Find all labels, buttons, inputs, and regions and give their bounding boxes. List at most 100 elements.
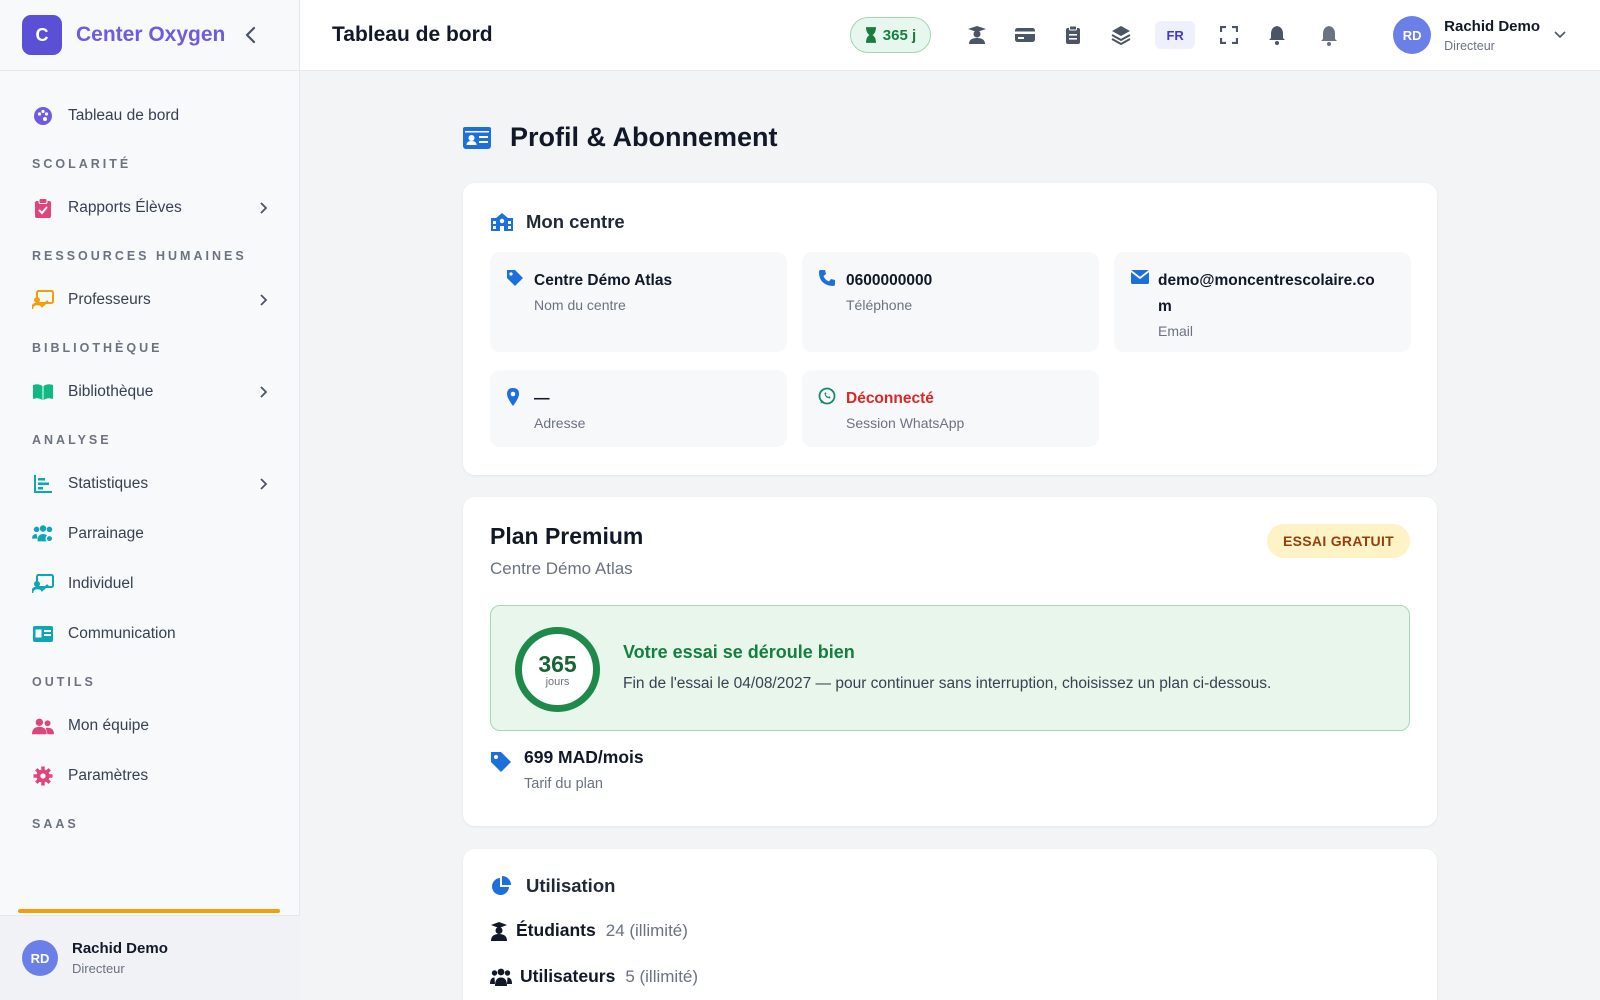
sidebar-item-equipe[interactable]: Mon équipe	[0, 701, 299, 751]
centre-card-header: Mon centre	[490, 211, 625, 233]
trial-days-ring: 365 jours	[515, 627, 600, 712]
centre-name-field: Centre Démo Atlas Nom du centre	[490, 252, 787, 352]
brand-logo[interactable]: C	[22, 15, 62, 55]
alerts-button[interactable]	[1315, 21, 1343, 49]
book-open-icon	[32, 381, 54, 403]
chevron-left-icon	[245, 26, 256, 44]
payments-shortcut-button[interactable]	[1011, 21, 1039, 49]
topbar-user-menu[interactable]: RD Rachid Demo Directeur	[1393, 16, 1566, 54]
whatsapp-label: Session WhatsApp	[846, 415, 965, 431]
avatar: RD	[1393, 16, 1432, 54]
clipboard-check-icon	[32, 197, 54, 219]
section-label-outils: OUTILS	[32, 675, 96, 689]
centre-name-value: Centre Démo Atlas	[534, 272, 673, 289]
users-icon	[490, 968, 512, 986]
sidebar-user-card[interactable]: RD Rachid Demo Directeur	[0, 915, 300, 1000]
users-icon	[32, 715, 54, 737]
sidebar-item-label: Professeurs	[68, 291, 151, 308]
sidebar-item-statistiques[interactable]: Statistiques	[0, 459, 299, 509]
phone-label: Téléphone	[846, 297, 913, 313]
whatsapp-status-value: Déconnecté	[846, 390, 934, 407]
sidebar-item-label: Paramètres	[68, 767, 149, 784]
sidebar-item-parrainage[interactable]: Parrainage	[0, 509, 299, 559]
usage-users-label: Utilisateurs	[520, 966, 616, 986]
notifications-button[interactable]	[1263, 21, 1291, 49]
sidebar-item-dashboard[interactable]: Tableau de bord	[0, 91, 299, 141]
user-name: Rachid Demo	[72, 940, 168, 957]
chevron-right-icon	[260, 202, 268, 214]
graduate-icon	[968, 26, 987, 44]
section-label-analyse: ANALYSE	[32, 433, 112, 447]
address-value: —	[534, 390, 550, 407]
sidebar-item-rapports[interactable]: Rapports Élèves	[0, 183, 299, 233]
page-title: Profil & Abonnement	[510, 122, 778, 152]
school-building-icon	[491, 213, 513, 231]
palette-icon	[32, 105, 54, 127]
trial-days-count: 365	[538, 650, 577, 677]
sidebar-item-label: Statistiques	[68, 475, 149, 492]
sidebar-item-professeurs[interactable]: Professeurs	[0, 275, 299, 325]
chevron-right-icon	[260, 478, 268, 490]
trial-days-badge[interactable]: 365 j	[849, 17, 932, 53]
trial-description: Fin de l'essai le 04/08/2027 — pour cont…	[623, 675, 1272, 692]
centre-card: Mon centre Centre Démo Atlas Nom du cent…	[463, 183, 1437, 475]
centre-card-title: Mon centre	[526, 211, 625, 232]
address-label: Adresse	[534, 415, 586, 431]
user-role: Directeur	[72, 961, 125, 976]
phone-value: 0600000000	[846, 272, 933, 289]
sidebar-item-communication[interactable]: Communication	[0, 609, 299, 659]
collapse-sidebar-button[interactable]	[237, 21, 265, 49]
layers-icon	[1111, 26, 1131, 45]
sidebar-nav: Tableau de bord SCOLARITÉ Rapports Élève…	[0, 71, 299, 831]
phone-field: 0600000000 Téléphone	[802, 252, 1099, 352]
reports-shortcut-button[interactable]	[1059, 21, 1087, 49]
chevron-down-icon	[1554, 31, 1566, 39]
gear-icon	[32, 765, 54, 787]
brand-name[interactable]: Center Oxygen	[76, 23, 237, 47]
usage-students-row: Étudiants 24 (illimité)	[490, 920, 688, 941]
users-cog-icon	[32, 523, 54, 545]
plan-centre-name: Centre Démo Atlas	[490, 559, 633, 578]
language-switch[interactable]: FR	[1155, 21, 1196, 49]
usage-card-title: Utilisation	[526, 875, 616, 896]
centre-name-label: Nom du centre	[534, 297, 626, 313]
trial-heading: Votre essai se déroule bien	[623, 642, 855, 662]
sidebar-item-parametres[interactable]: Paramètres	[0, 751, 299, 801]
whatsapp-field: Déconnecté Session WhatsApp	[802, 370, 1099, 447]
user-name: Rachid Demo	[1444, 17, 1540, 35]
trial-days-value: 365 j	[882, 26, 917, 44]
sidebar-item-label: Mon équipe	[68, 717, 150, 734]
plan-price-label: Tarif du plan	[524, 776, 603, 792]
students-shortcut-button[interactable]	[963, 21, 991, 49]
bar-chart-icon	[32, 473, 54, 495]
envelope-icon	[1130, 270, 1150, 284]
expand-icon	[1220, 26, 1239, 44]
section-label-scolarite: SCOLARITÉ	[32, 157, 132, 171]
chevron-right-icon	[260, 294, 268, 306]
pie-chart-icon	[492, 876, 511, 895]
avatar: RD	[22, 940, 58, 976]
sidebar-item-bibliotheque[interactable]: Bibliothèque	[0, 367, 299, 417]
layers-shortcut-button[interactable]	[1107, 21, 1135, 49]
email-value: demo@moncentrescolaire.co m	[1158, 272, 1375, 315]
status-badge: ESSAI GRATUIT	[1267, 524, 1410, 558]
sidebar-item-label: Tableau de bord	[68, 107, 180, 124]
section-label-biblio: BIBLIOTHÈQUE	[32, 341, 163, 355]
sidebar: C Center Oxygen Tableau de bord SCOLARIT…	[0, 0, 300, 1000]
sidebar-item-individuel[interactable]: Individuel	[0, 559, 299, 609]
tag-icon	[491, 752, 511, 772]
phone-icon	[819, 270, 835, 286]
plan-price-value: 699 MAD/mois	[524, 747, 644, 767]
brand-header: C Center Oxygen	[0, 0, 299, 71]
section-label-saas: SAAS	[32, 817, 79, 831]
usage-card-header: Utilisation	[490, 875, 615, 897]
topbar: Tableau de bord 365 j FR RD Rachid Demo …	[300, 0, 1600, 71]
hourglass-icon	[865, 27, 876, 43]
credit-card-icon	[1015, 28, 1036, 42]
usage-users-value: 5 (illimité)	[625, 966, 699, 986]
chalkboard-user-icon	[32, 573, 54, 595]
clipboard-list-icon	[1066, 25, 1081, 44]
email-field: demo@moncentrescolaire.co m Email	[1114, 252, 1411, 352]
map-pin-icon	[507, 388, 519, 406]
fullscreen-button[interactable]	[1215, 21, 1243, 49]
